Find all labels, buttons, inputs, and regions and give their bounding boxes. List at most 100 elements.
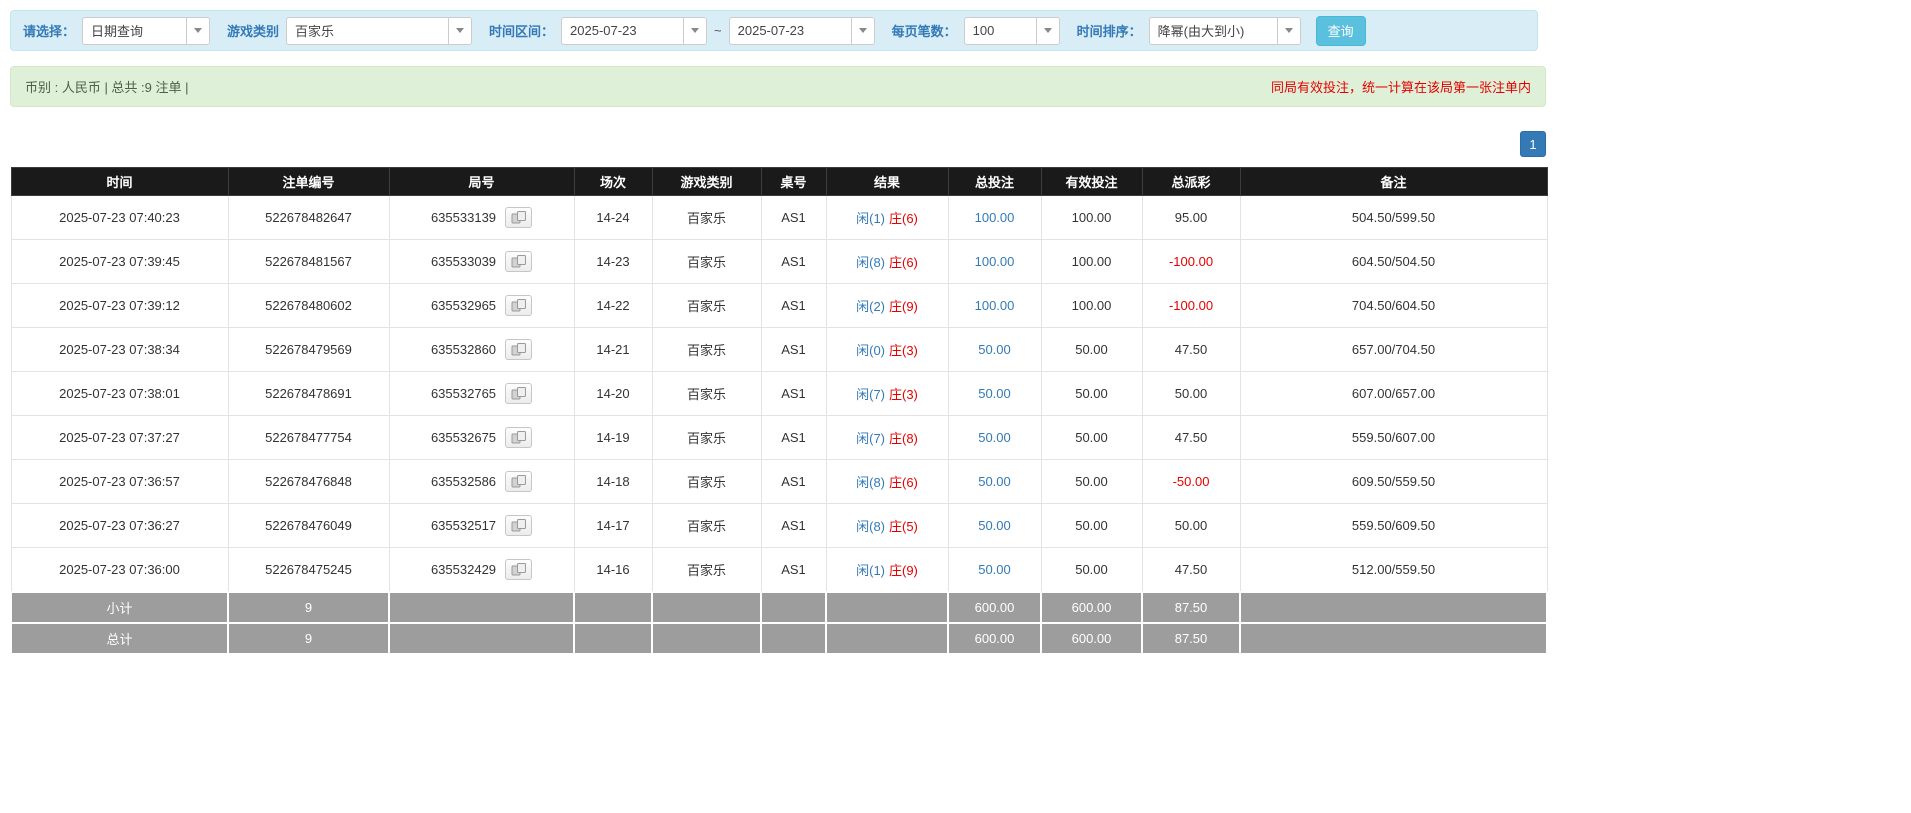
- total-bet-link[interactable]: 100.00: [975, 298, 1015, 313]
- player-result: 闲(0): [856, 343, 885, 358]
- cell-game-type: 百家乐: [651, 195, 762, 240]
- column-header: 注单编号: [227, 167, 390, 196]
- cell-table-no: AS1: [760, 195, 827, 240]
- total-bet-link[interactable]: 50.00: [978, 518, 1011, 533]
- round-detail-button[interactable]: [505, 295, 533, 316]
- chevron-down-icon: [1035, 17, 1059, 44]
- total-bet-link[interactable]: 50.00: [978, 430, 1011, 445]
- date-from-select[interactable]: 2025-07-23: [561, 16, 708, 45]
- column-header: 时间: [10, 167, 229, 196]
- sort-order-select[interactable]: 降幂(由大到小): [1148, 16, 1301, 45]
- total-bet-link[interactable]: 50.00: [978, 342, 1011, 357]
- cell-result: 闲(8) 庄(5): [825, 503, 949, 548]
- cell-remark: 657.00/704.50: [1239, 327, 1548, 372]
- cell-payout: 50.00: [1141, 503, 1241, 548]
- cell-bet-id: 522678482647: [227, 195, 390, 240]
- footer-empty: [651, 621, 762, 655]
- cell-valid-bet: 50.00: [1040, 327, 1143, 372]
- cell-bet-id: 522678476848: [227, 459, 390, 504]
- round-detail-button[interactable]: [505, 471, 533, 492]
- round-detail-button[interactable]: [505, 339, 533, 360]
- total-bet-link[interactable]: 100.00: [975, 210, 1015, 225]
- sort-order-label: 时间排序：: [1076, 24, 1142, 39]
- chevron-down-icon: [1276, 17, 1300, 44]
- footer-empty: [573, 590, 653, 624]
- cell-valid-bet: 100.00: [1040, 239, 1143, 284]
- cell-bet-id: 522678475245: [227, 547, 390, 592]
- cell-bet-id: 522678478691: [227, 371, 390, 416]
- cell-bet-id: 522678480602: [227, 283, 390, 328]
- table-row: 2025-07-23 07:36:00 522678475245 635532429…: [10, 547, 1548, 592]
- column-header: 备注: [1239, 167, 1548, 196]
- chevron-down-icon: [850, 17, 874, 44]
- cell-payout: -50.00: [1141, 459, 1241, 504]
- table-row: 2025-07-23 07:36:57 522678476848 635532586…: [10, 459, 1548, 504]
- records-table: 时间 注单编号 局号 场次 游戏类别 桌号 结果 总投注 有效投注 总派彩 备注 2025-07-2…: [10, 167, 1548, 655]
- column-header: 总投注: [947, 167, 1042, 196]
- cell-time: 2025-07-23 07:38:34: [10, 327, 229, 372]
- column-header: 总派彩: [1141, 167, 1241, 196]
- footer-payout: 87.50: [1141, 590, 1241, 624]
- cell-payout: 95.00: [1141, 195, 1241, 240]
- summary-bar: 币别 : 人民币 | 总共 :9 注单 | 同局有效投注，统一计算在该局第一张注…: [10, 66, 1546, 107]
- footer-empty: [1239, 590, 1548, 624]
- banker-result: 庄(6): [889, 475, 918, 490]
- cell-round: 635532675: [388, 415, 575, 460]
- round-detail-button[interactable]: [505, 207, 533, 228]
- cell-table-no: AS1: [760, 283, 827, 328]
- banker-result: 庄(8): [889, 431, 918, 446]
- cell-session: 14-19: [573, 415, 653, 460]
- total-bet-link[interactable]: 50.00: [978, 562, 1011, 577]
- date-from-value: 2025-07-23: [570, 23, 637, 38]
- page-1-button[interactable]: 1: [1520, 131, 1546, 157]
- total-row: 总计 9 600.00 600.00 87.50: [10, 621, 1548, 655]
- cards-icon: [511, 343, 526, 356]
- cell-result: 闲(0) 庄(3): [825, 327, 949, 372]
- column-header: 桌号: [760, 167, 827, 196]
- cell-table-no: AS1: [760, 239, 827, 284]
- table-row: 2025-07-23 07:38:34 522678479569 635532860…: [10, 327, 1548, 372]
- player-result: 闲(8): [856, 475, 885, 490]
- cell-remark: 609.50/559.50: [1239, 459, 1548, 504]
- cell-round: 635532860: [388, 327, 575, 372]
- cell-game-type: 百家乐: [651, 327, 762, 372]
- summary-notice: 同局有效投注，统一计算在该局第一张注单内: [1270, 80, 1531, 95]
- game-type-select[interactable]: 百家乐: [286, 16, 473, 45]
- cards-icon: [511, 431, 526, 444]
- cell-table-no: AS1: [760, 547, 827, 592]
- cell-total-bet: 50.00: [947, 371, 1042, 416]
- search-button[interactable]: 查询: [1315, 15, 1366, 46]
- cell-game-type: 百家乐: [651, 503, 762, 548]
- subtotal-row: 小计 9 600.00 600.00 87.50: [10, 590, 1548, 624]
- player-result: 闲(7): [856, 431, 885, 446]
- cell-time: 2025-07-23 07:39:12: [10, 283, 229, 328]
- round-detail-button[interactable]: [505, 515, 533, 536]
- total-bet-link[interactable]: 50.00: [978, 474, 1011, 489]
- cell-total-bet: 50.00: [947, 327, 1042, 372]
- round-detail-button[interactable]: [505, 558, 533, 580]
- round-detail-button[interactable]: [505, 427, 533, 448]
- round-detail-button[interactable]: [505, 383, 533, 404]
- query-type-select[interactable]: 日期查询: [82, 16, 211, 45]
- total-bet-link[interactable]: 50.00: [978, 386, 1011, 401]
- player-result: 闲(7): [856, 387, 885, 402]
- table-row: 2025-07-23 07:39:12 522678480602 635532965…: [10, 283, 1548, 328]
- cell-session: 14-17: [573, 503, 653, 548]
- footer-valid-bet: 600.00: [1040, 621, 1143, 655]
- cell-result: 闲(7) 庄(3): [825, 371, 949, 416]
- page-size-select[interactable]: 100: [963, 16, 1060, 45]
- footer-total-bet: 600.00: [947, 621, 1042, 655]
- cell-time: 2025-07-23 07:40:23: [10, 195, 229, 240]
- date-to-select[interactable]: 2025-07-23: [728, 16, 875, 45]
- cell-bet-id: 522678479569: [227, 327, 390, 372]
- cell-valid-bet: 50.00: [1040, 415, 1143, 460]
- cell-result: 闲(7) 庄(8): [825, 415, 949, 460]
- cell-valid-bet: 50.00: [1040, 459, 1143, 504]
- cell-game-type: 百家乐: [651, 283, 762, 328]
- cell-time: 2025-07-23 07:36:27: [10, 503, 229, 548]
- chevron-down-icon: [186, 17, 210, 44]
- total-bet-link[interactable]: 100.00: [975, 254, 1015, 269]
- cell-remark: 512.00/559.50: [1239, 547, 1548, 592]
- round-detail-button[interactable]: [505, 251, 533, 272]
- footer-label: 总计: [10, 621, 229, 655]
